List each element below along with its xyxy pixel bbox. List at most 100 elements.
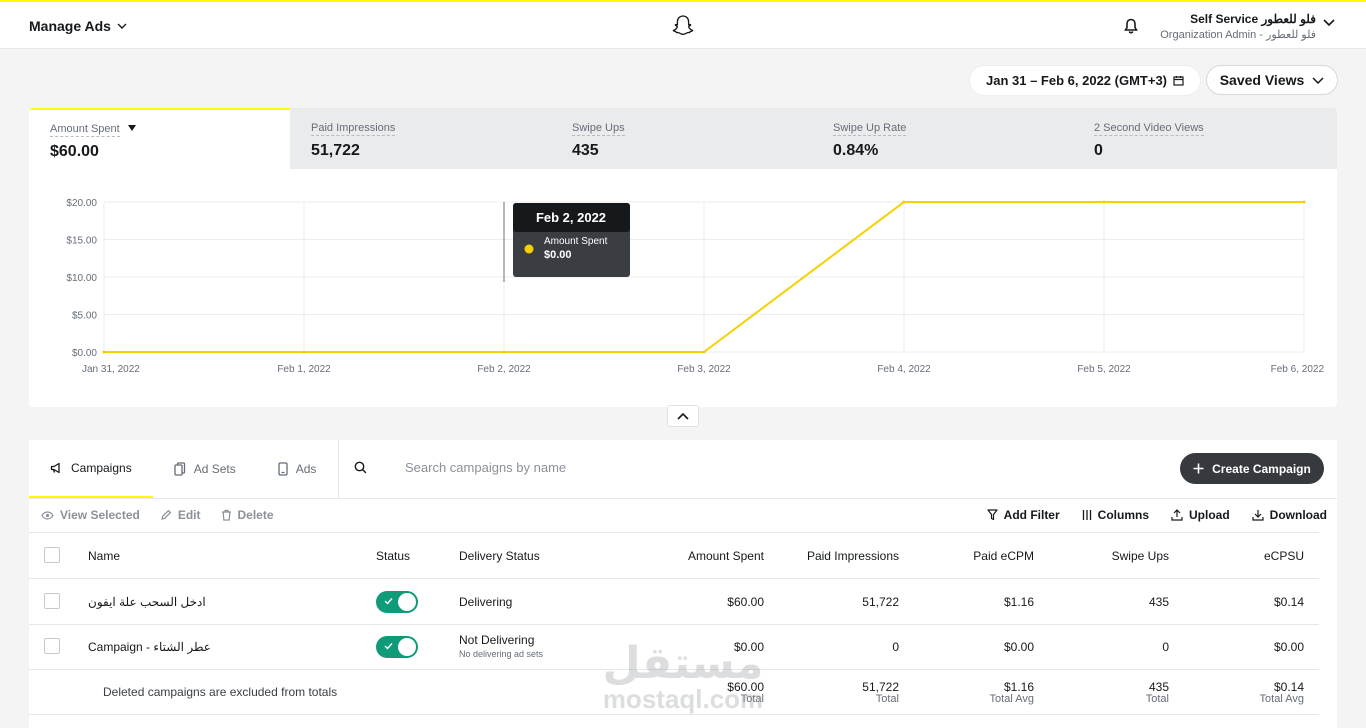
campaign-name[interactable]: ادخل السحب علة ايفون [88,595,206,609]
create-campaign-button[interactable]: Create Campaign [1180,453,1324,484]
metric-tab-paid-impressions[interactable]: Paid Impressions 51,722 [290,108,551,169]
calendar-icon [1173,76,1184,86]
status-toggle[interactable] [376,591,418,613]
total-label: Total Avg [989,693,1034,705]
delivery-status-text: Delivering [459,595,513,609]
date-range-picker[interactable]: Jan 31 – Feb 6, 2022 (GMT+3) [970,66,1200,95]
top-bar: Manage Ads Self Service فلو للعطور Organ… [0,0,1366,49]
ecpsu-cell: $0.00 [1273,640,1304,654]
swipe-ups-cell: 0 [1162,640,1169,654]
total-amount-spent: $60.00 Total [727,680,764,705]
swipe-ups-cell: 435 [1148,595,1169,609]
x-tick-label: Feb 3, 2022 [677,364,731,375]
phone-ad-icon [278,462,288,476]
download-label: Download [1269,508,1327,522]
y-tick-label: $10.00 [66,273,97,284]
megaphone-icon [50,462,60,474]
data-point [102,350,106,354]
status-toggle[interactable] [376,636,418,658]
tab-ad-sets-label: Ad Sets [193,462,236,476]
upload-label: Upload [1189,508,1230,522]
paid-ecpm-cell: $1.16 [1003,595,1034,609]
column-header-delivery-status[interactable]: Delivery Status [459,549,540,563]
chevron-up-icon [677,412,689,420]
paid-impressions-cell: 51,722 [862,595,899,609]
select-all-checkbox[interactable] [44,547,60,563]
row-checkbox[interactable] [44,593,60,609]
columns-icon [1082,510,1091,520]
notification-bell-icon[interactable] [1124,18,1138,34]
tab-ads[interactable]: Ads [257,440,338,498]
edit-button[interactable]: Edit [160,508,201,522]
metric-tab-amount-spent[interactable]: Amount Spent $60.00 [29,108,290,169]
row-checkbox[interactable] [44,638,60,654]
total-label: Total Avg [1259,693,1304,705]
metric-value: 435 [572,142,599,159]
collapse-chart-button[interactable] [667,405,699,427]
metric-label: 2 Second Video Views [1094,122,1204,136]
snapchat-ghost-logo[interactable] [671,14,695,38]
tab-ad-sets[interactable]: Ad Sets [153,440,257,498]
tooltip-series-dot [524,244,534,254]
account-name: Self Service فلو للعطور [1190,12,1316,26]
total-value: 51,722 [862,680,899,694]
total-label: Total [875,693,899,705]
view-selected-label: View Selected [60,508,140,522]
column-header-amount-spent[interactable]: Amount Spent [688,549,764,563]
metric-tab-video-views[interactable]: 2 Second Video Views 0 [1073,108,1334,169]
tab-ads-label: Ads [295,462,317,476]
data-point [1302,200,1306,204]
metric-tab-swipe-up-rate[interactable]: Swipe Up Rate 0.84% [812,108,1073,169]
total-value: $0.14 [1273,680,1304,694]
download-button[interactable]: Download [1252,508,1327,522]
column-header-swipe-ups[interactable]: Swipe Ups [1112,549,1169,563]
check-icon [384,643,393,650]
amount-spent-cell: $60.00 [727,595,764,609]
view-selected-button[interactable]: View Selected [41,508,140,522]
table-actions: Add Filter Columns Upload Download [987,508,1327,522]
x-tick-label: Feb 5, 2022 [1077,364,1131,375]
y-tick-label: $20.00 [66,198,97,209]
x-tick-label: Jan 31, 2022 [82,364,140,375]
account-switcher[interactable]: Self Service فلو للعطور Organization Adm… [1160,11,1316,43]
metric-tab-swipe-ups[interactable]: Swipe Ups 435 [551,108,812,169]
search-input[interactable] [405,460,1045,475]
column-header-paid-impressions[interactable]: Paid Impressions [807,549,899,563]
add-filter-button[interactable]: Add Filter [987,508,1060,522]
column-header-status[interactable]: Status [376,549,410,563]
divider [29,578,1319,579]
stats-panel: $0.00 $5.00 $10.00 $15.00 $20.00 Jan 31, 2022… [29,108,1337,407]
pencil-icon [161,509,172,520]
manage-ads-menu[interactable]: Manage Ads [29,18,127,34]
caret-down-icon[interactable] [127,125,136,131]
column-header-ecpsu[interactable]: eCPSU [1264,549,1304,563]
upload-button[interactable]: Upload [1171,508,1230,522]
tab-campaigns[interactable]: Campaigns [29,440,153,498]
columns-label: Columns [1097,508,1149,522]
totals-note: Deleted campaigns are excluded from tota… [103,685,338,699]
toggle-knob [398,638,416,656]
saved-views-button[interactable]: Saved Views [1206,65,1338,95]
edit-label: Edit [177,508,201,522]
total-paid-ecpm: $1.16 Total Avg [989,680,1034,705]
campaign-name[interactable]: Campaign - عطر الشتاء [88,640,211,654]
column-header-paid-ecpm[interactable]: Paid eCPM [973,549,1034,563]
columns-button[interactable]: Columns [1082,508,1149,522]
delete-button[interactable]: Delete [221,508,274,522]
column-header-name[interactable]: Name [88,549,120,563]
chevron-down-icon[interactable] [1323,19,1335,27]
total-ecpsu: $0.14 Total Avg [1259,680,1304,705]
y-tick-label: $15.00 [66,236,97,247]
total-value: $60.00 [727,680,764,694]
data-point [302,350,306,354]
delete-label: Delete [237,508,274,522]
x-tick-label: Feb 2, 2022 [477,364,531,375]
x-tick-label: Feb 6, 2022 [1271,364,1325,375]
divider [29,669,1319,670]
paid-impressions-cell: 0 [892,640,899,654]
total-paid-impressions: 51,722 Total [862,680,899,705]
x-tick-label: Feb 1, 2022 [277,364,331,375]
trash-icon [221,509,231,521]
metric-label: Swipe Up Rate [833,122,907,136]
y-tick-label: $0.00 [72,348,97,359]
